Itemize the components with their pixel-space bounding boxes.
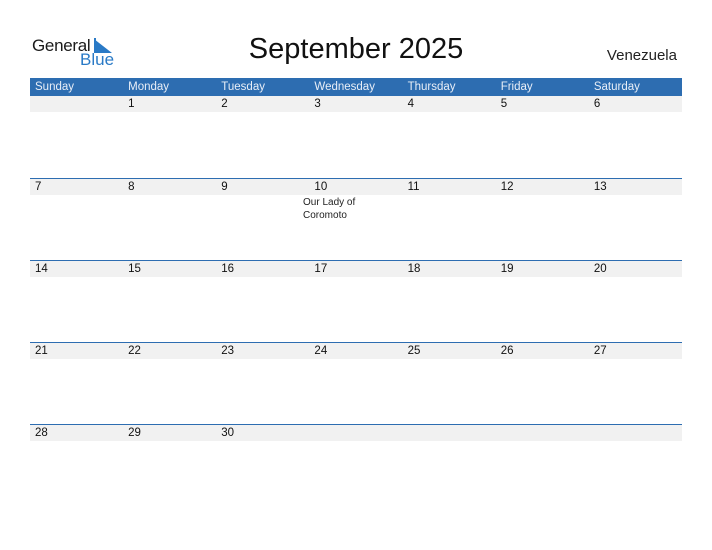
holiday-event (298, 277, 365, 278)
day-number (589, 425, 682, 441)
holiday-event (432, 441, 499, 442)
day-number: 1 (128, 98, 135, 110)
day-number: 19 (500, 263, 514, 275)
holiday-event (97, 195, 164, 222)
events-row (30, 112, 682, 113)
day-number: 4 (407, 98, 414, 110)
weekday-label: Friday (500, 81, 533, 93)
holiday-event (164, 112, 231, 113)
day-number: 9 (221, 181, 228, 193)
day-number: 30 (221, 427, 235, 439)
holiday-event (432, 195, 499, 222)
holiday-event (231, 441, 298, 442)
day-number (496, 425, 589, 441)
calendar-title: September 2025 (248, 33, 464, 65)
day-number: 12 (500, 181, 514, 193)
weekday-header: Sunday Monday Tuesday Wednesday Thursday… (30, 78, 682, 96)
holiday-event (231, 277, 298, 278)
day-number: 17 (314, 263, 328, 275)
events-row: Our Lady of Coromoto (30, 195, 682, 222)
holiday-event (231, 195, 298, 222)
date-band: 7 8 9 10 11 12 13 (30, 179, 682, 195)
holiday-event (432, 359, 499, 360)
day-number: 10 (314, 181, 328, 193)
holiday-event (164, 359, 231, 360)
weekday-label: Sunday (35, 81, 75, 93)
week-row: 21 22 23 24 25 26 27 (30, 342, 682, 424)
calendar-grid: Sunday Monday Tuesday Wednesday Thursday… (30, 78, 682, 506)
week-row: 1 2 3 4 5 6 (30, 96, 682, 178)
day-number: 2 (221, 98, 228, 110)
holiday-event (231, 359, 298, 360)
holiday-event (97, 441, 164, 442)
day-number: 14 (35, 263, 48, 275)
day-number: 24 (314, 345, 328, 357)
day-number: 25 (407, 345, 421, 357)
day-number (30, 96, 123, 112)
holiday-event (97, 359, 164, 360)
day-number: 21 (35, 345, 48, 357)
day-number: 29 (128, 427, 141, 439)
holiday-event (432, 277, 499, 278)
day-number: 23 (221, 345, 235, 357)
holiday-event (432, 112, 499, 113)
day-number: 28 (35, 427, 48, 439)
holiday-event (365, 359, 432, 360)
day-number: 18 (407, 263, 421, 275)
day-number: 20 (593, 263, 607, 275)
day-number: 15 (128, 263, 141, 275)
day-number: 13 (593, 181, 607, 193)
holiday-event (298, 112, 365, 113)
holiday-event (365, 195, 432, 222)
holiday-event: Our Lady of Coromoto (303, 197, 356, 221)
holiday-event (30, 359, 97, 360)
day-number (309, 425, 402, 441)
holiday-event (97, 277, 164, 278)
date-band: 1 2 3 4 5 6 (30, 96, 682, 112)
weekday-label: Wednesday (314, 81, 375, 93)
events-row (30, 277, 682, 278)
weekday-label: Saturday (593, 81, 640, 93)
events-row (30, 441, 682, 442)
holiday-event (164, 277, 231, 278)
week-row: 7 8 9 10 11 12 13 Our Lady of Coromoto (30, 178, 682, 260)
holiday-event (30, 112, 97, 113)
day-number: 22 (128, 345, 141, 357)
day-number (403, 425, 496, 441)
week-row: 14 15 16 17 18 19 20 (30, 260, 682, 342)
country-label: Venezuela (606, 47, 677, 64)
holiday-event (365, 112, 432, 113)
day-number: 27 (593, 345, 607, 357)
holiday-event (164, 441, 231, 442)
holiday-event (298, 359, 365, 360)
holiday-event (365, 277, 432, 278)
holiday-event (30, 195, 97, 222)
events-row (30, 359, 682, 360)
date-band: 28 29 30 (30, 425, 682, 441)
day-number: 6 (593, 98, 601, 110)
holiday-event (164, 195, 231, 222)
week-row: 28 29 30 (30, 424, 682, 506)
weekday-label: Tuesday (221, 81, 265, 93)
holiday-event (30, 441, 97, 442)
holiday-event (298, 441, 365, 442)
day-number: 26 (500, 345, 514, 357)
date-band: 14 15 16 17 18 19 20 (30, 261, 682, 277)
date-band: 21 22 23 24 25 26 27 (30, 343, 682, 359)
day-number: 5 (500, 98, 508, 110)
day-number: 16 (221, 263, 235, 275)
weekday-label: Thursday (407, 81, 456, 93)
weekday-label: Monday (128, 81, 170, 93)
holiday-event (365, 441, 432, 442)
holiday-event (30, 277, 97, 278)
day-number: 8 (128, 181, 135, 193)
holiday-event (231, 112, 298, 113)
holiday-event (97, 112, 164, 113)
day-number: 11 (407, 181, 420, 193)
day-number: 7 (35, 181, 42, 193)
day-number: 3 (314, 98, 321, 110)
